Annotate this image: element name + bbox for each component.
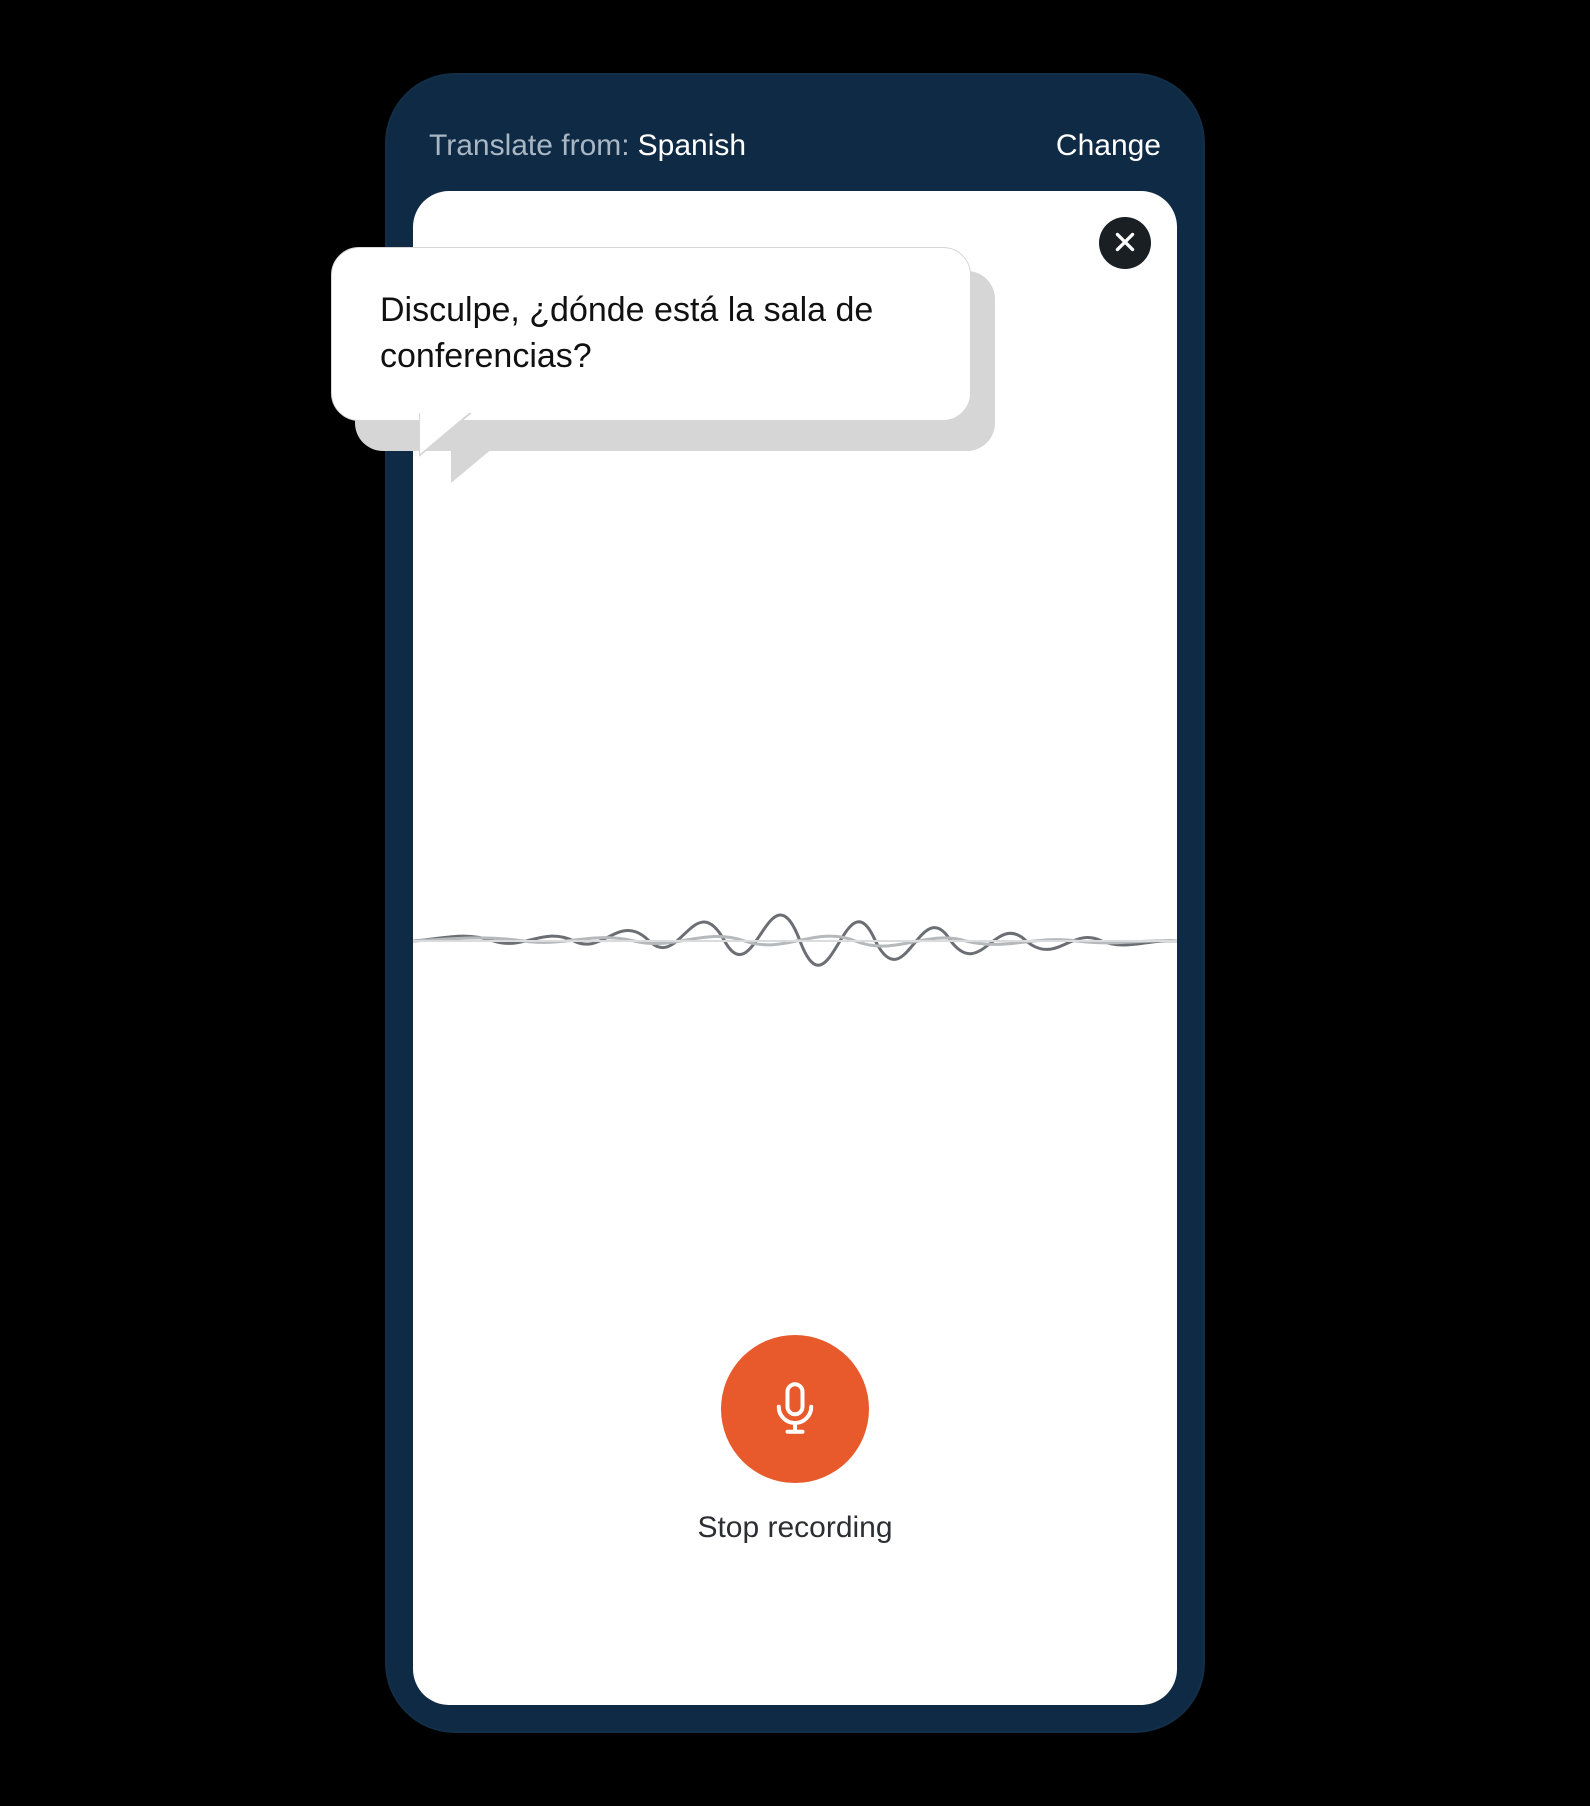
header-bar: Translate from: Spanish Change — [413, 101, 1177, 191]
content-panel: Disculpe, ¿dónde está la sala de confere… — [413, 191, 1177, 1705]
change-language-label: Change — [1056, 129, 1161, 162]
translate-from-language: Spanish — [638, 129, 746, 163]
stage: Translate from: Spanish Change — [0, 0, 1590, 1806]
close-icon — [1112, 229, 1138, 258]
stop-recording-label: Stop recording — [697, 1511, 892, 1545]
translate-from-label: Translate from: Spanish — [429, 129, 746, 163]
stop-recording-button[interactable] — [721, 1335, 869, 1483]
audio-waveform — [413, 831, 1177, 1051]
change-language-button[interactable]: Change — [1056, 129, 1161, 163]
speech-bubble-body: Disculpe, ¿dónde está la sala de confere… — [331, 247, 971, 421]
phone-frame: Translate from: Spanish Change — [385, 73, 1205, 1733]
close-button[interactable] — [1099, 217, 1151, 269]
phone-screen: Translate from: Spanish Change — [413, 101, 1177, 1705]
microphone-icon — [765, 1378, 825, 1441]
transcribed-text: Disculpe, ¿dónde está la sala de confere… — [380, 291, 873, 375]
waveform-icon — [413, 831, 1177, 1051]
recording-controls: Stop recording — [413, 1335, 1177, 1545]
speech-bubble: Disculpe, ¿dónde está la sala de confere… — [331, 247, 971, 421]
translate-from-prefix: Translate from: — [429, 129, 630, 163]
